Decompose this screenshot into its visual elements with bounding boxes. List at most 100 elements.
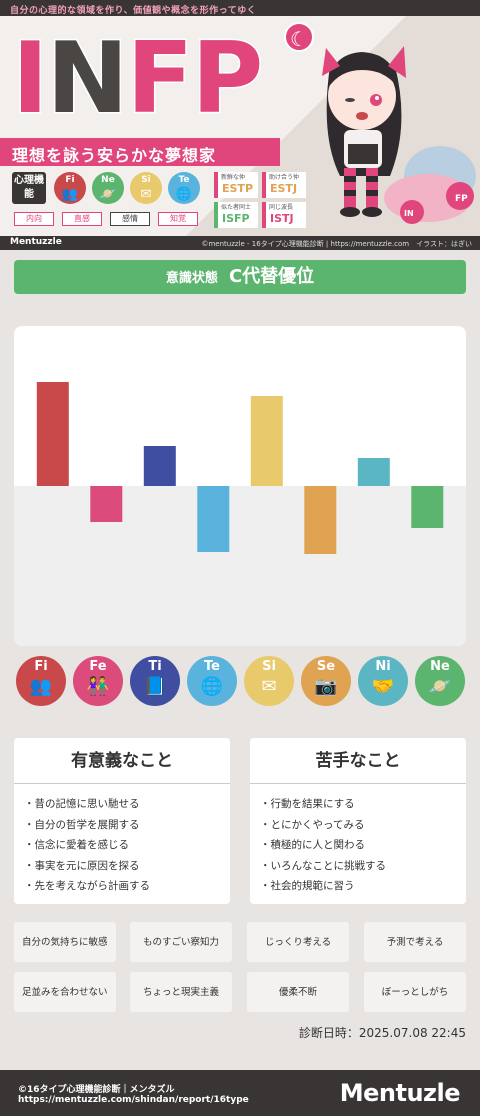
planet-icon: 🪐 xyxy=(99,187,117,202)
function-code: Te xyxy=(178,175,190,185)
chart-svg xyxy=(14,382,466,646)
envelope-icon: ✉ xyxy=(261,676,277,697)
type-subtitle: 理想を詠う安らかな夢想家 xyxy=(0,138,280,166)
meaningful-card: 有意義なこと ・昔の記憶に思い馳せる ・自分の哲学を展開する ・信念に愛着を感じ… xyxy=(14,738,230,904)
footer-copyright: ©16タイプ心理機能診断｜メンタズル xyxy=(18,1085,175,1095)
chart-bar-ni xyxy=(357,458,390,486)
function-code: Si xyxy=(262,659,276,674)
list-item: ・信念に愛着を感じる xyxy=(24,839,129,851)
tagline-bar: 自分の心理的な領域を作り、価値観や概念を形作ってゆく xyxy=(0,0,480,16)
function-code: Ne xyxy=(430,659,450,674)
function-code: Ne xyxy=(101,175,115,185)
trait-chip: じっくり考える xyxy=(247,922,349,962)
diagnosis-date: 診断日時：2025.07.08 22:45 xyxy=(298,1026,466,1040)
list-item: ・事実を元に原因を探る xyxy=(24,859,140,872)
list-item: ・昔の記憶に思い馳せる xyxy=(24,798,140,810)
function-ti: Ti 📘 xyxy=(130,656,180,706)
function-ne: Ne 🪐 xyxy=(415,656,465,706)
meaningful-title: 有意義なこと xyxy=(14,738,230,784)
mentuzzle-brand-logo: Mentuzle xyxy=(339,1079,461,1107)
type-hero: INFP ☾ 理想を詠う安らかな夢想家 心理機能 Fi 👥 Ne 🪐 Si ✉ Te 🌐… xyxy=(0,16,480,236)
meaningful-list: ・昔の記憶に思い馳せる ・自分の哲学を展開する ・信念に愛着を感じる ・事実を元… xyxy=(14,784,230,897)
function-fe: Fe 👫 xyxy=(73,656,123,706)
credit-text: ©mentuzzle - 16タイプ心理機能診断 | https://mentu… xyxy=(201,240,472,248)
list-item: ・行動を結果にする xyxy=(260,798,355,810)
handshake-icon: 🤝 xyxy=(371,676,395,697)
type-letter-n: N xyxy=(45,22,130,136)
function-balance-chart xyxy=(14,326,466,646)
trait-chip: ちょっと現実主義 xyxy=(130,972,232,1012)
relation-similar: 似た者同士 ISFP xyxy=(214,202,258,228)
envelope-icon: ✉ xyxy=(140,187,152,202)
list-item: ・いろんなことに挑戦する xyxy=(260,859,386,872)
function-ni: Ni 🤝 xyxy=(358,656,408,706)
list-item: ・先を考えながら計画する xyxy=(24,880,150,892)
svg-text:FP: FP xyxy=(455,194,468,204)
relation-key: 似た者同士 xyxy=(221,204,252,211)
credit-bar: Mentuzzle ©mentuzzle - 16タイプ心理機能診断 | htt… xyxy=(0,236,480,250)
state-value: C代替優位 xyxy=(228,266,315,287)
weak-points-card: 苦手なこと ・行動を結果にする ・とにかくやってみる ・積極的に人と関わる ・い… xyxy=(250,738,466,904)
weak-points-list: ・行動を結果にする ・とにかくやってみる ・積極的に人と関わる ・いろんなことに… xyxy=(250,784,466,897)
tagline-text: 自分の心理的な領域を作り、価値観や概念を形作ってゆく xyxy=(10,6,257,16)
chart-bar-fe xyxy=(90,486,123,522)
mentuzzle-logo: Mentuzzle xyxy=(10,237,62,247)
relation-type: ESTP xyxy=(222,182,254,195)
people-icon: 👥 xyxy=(61,187,79,202)
trait-chip: 自分の気持ちに敏感 xyxy=(14,922,116,962)
footer: ©16タイプ心理機能診断｜メンタズル https://mentuzzle.com… xyxy=(0,1070,480,1116)
header-function-si: Si ✉ xyxy=(130,172,162,204)
chart-bar-ne xyxy=(411,486,444,528)
function-code: Ni xyxy=(375,659,391,674)
function-code: Fi xyxy=(34,659,48,674)
list-item: ・社会的規範に習う xyxy=(260,880,355,892)
footer-url[interactable]: https://mentuzzle.com/shindan/report/16t… xyxy=(18,1095,249,1105)
header-function-ne: Ne 🪐 xyxy=(92,172,124,204)
people-icon: 👥 xyxy=(29,676,53,697)
relation-key: 新鮮な仲 xyxy=(221,174,246,181)
tag-intuition: 直感 xyxy=(62,212,102,226)
globe-icon: 🌐 xyxy=(200,676,224,697)
globe-icon: 🌐 xyxy=(175,187,193,202)
type-letter-p: P xyxy=(190,22,265,136)
tag-introvert: 内向 xyxy=(14,212,54,226)
chart-bar-fi xyxy=(36,382,69,486)
type-title: INFP xyxy=(10,22,265,136)
list-item: ・積極的に人と関わる xyxy=(260,839,365,851)
function-code: Fi xyxy=(65,175,75,185)
relation-type: ISFP xyxy=(222,212,250,225)
book-icon: 📘 xyxy=(143,676,167,697)
function-te: Te 🌐 xyxy=(187,656,237,706)
function-si: Si ✉ xyxy=(244,656,294,706)
function-fi: Fi 👥 xyxy=(16,656,66,706)
tag-perceiving: 知覚 xyxy=(158,212,198,226)
trait-chip: 優柔不断 xyxy=(247,972,349,1012)
trait-chip: 予測で考える xyxy=(364,922,466,962)
function-code: Si xyxy=(141,175,151,185)
list-item: ・とにかくやってみる xyxy=(260,818,365,831)
header-function-fi: Fi 👥 xyxy=(54,172,86,204)
function-code: Ti xyxy=(148,659,162,674)
header-function-te: Te 🌐 xyxy=(168,172,200,204)
cognitive-functions-label: 心理機能 xyxy=(12,172,46,204)
consciousness-state-banner: 意識状態 C代替優位 xyxy=(14,260,466,294)
chart-bar-si xyxy=(250,396,283,486)
svg-text:IN: IN xyxy=(404,209,414,218)
chart-negative-area xyxy=(14,486,466,646)
family-icon: 👫 xyxy=(86,676,110,697)
list-item: ・自分の哲学を展開する xyxy=(24,818,140,831)
chart-bar-te xyxy=(197,486,230,552)
function-code: Te xyxy=(204,659,220,674)
trait-chip: ぼーっとしがち xyxy=(364,972,466,1012)
trait-chip: 足並みを合わせない xyxy=(14,972,116,1012)
weak-points-title: 苦手なこと xyxy=(250,738,466,784)
relation-fresh: 新鮮な仲 ESTP xyxy=(214,172,258,198)
mascot-illustration: FP IN xyxy=(322,46,476,224)
camera-icon: 📷 xyxy=(314,676,338,697)
type-letter-f: F xyxy=(125,22,195,136)
function-code: Se xyxy=(316,659,336,674)
chart-bar-se xyxy=(304,486,337,554)
function-se: Se 📷 xyxy=(301,656,351,706)
trait-chip: ものすごい察知力 xyxy=(130,922,232,962)
function-code: Fe xyxy=(89,659,107,674)
